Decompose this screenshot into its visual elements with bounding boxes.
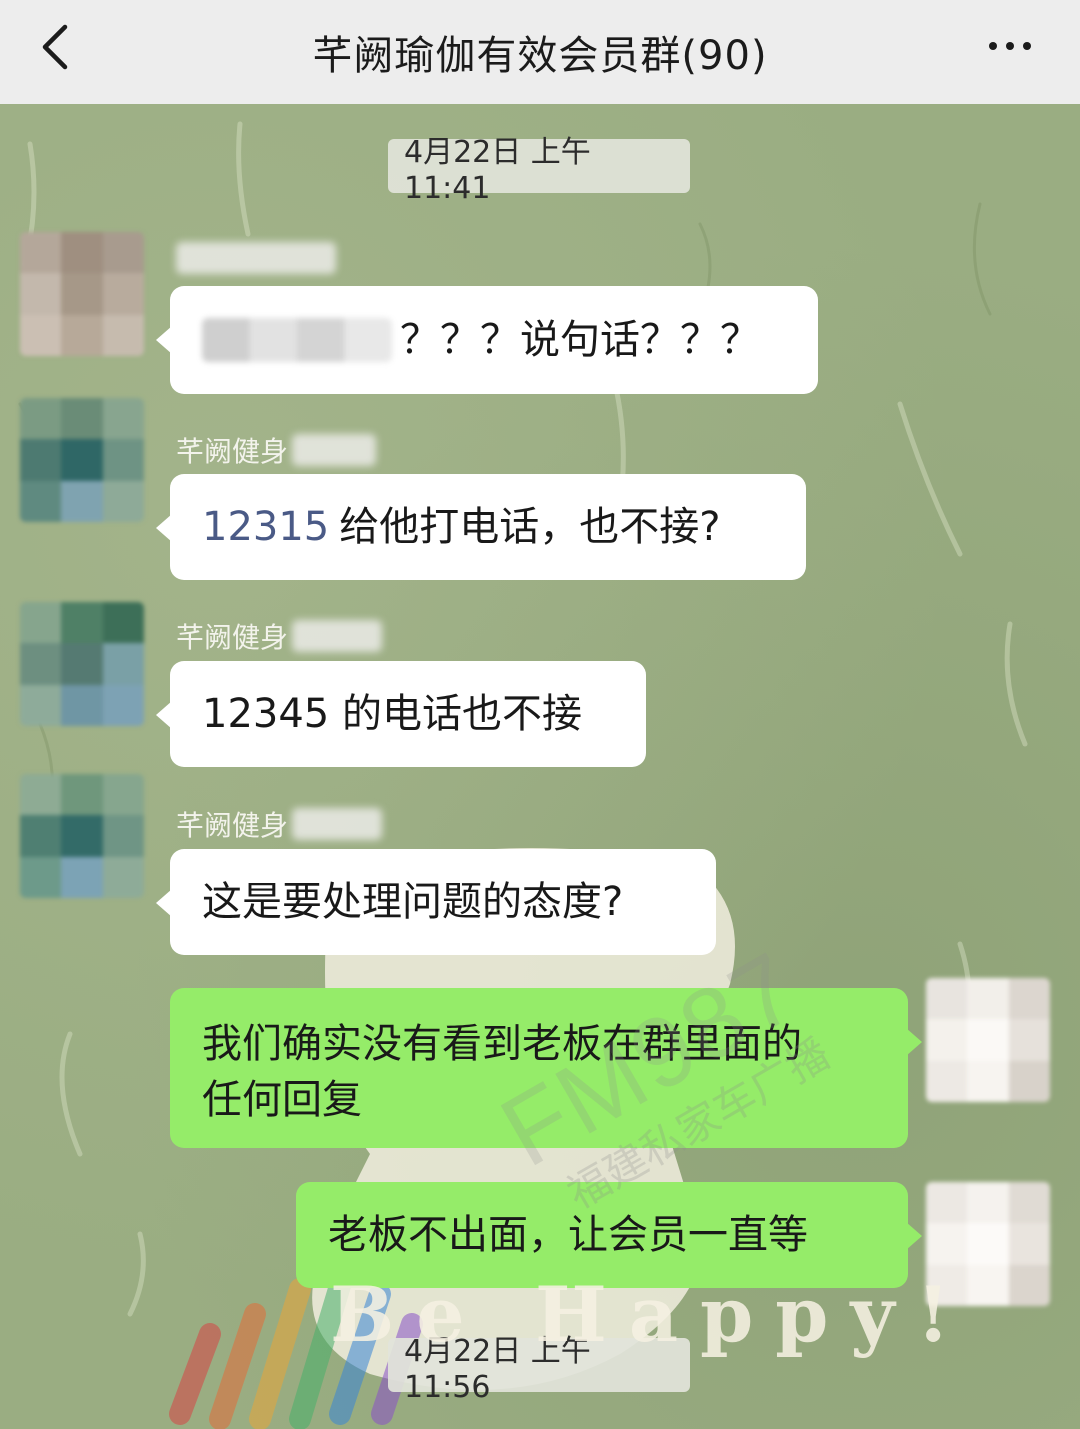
my-avatar[interactable] bbox=[926, 1182, 1050, 1306]
message-bubble[interactable]: 这是要处理问题的态度? bbox=[156, 849, 716, 955]
sender-name bbox=[176, 238, 336, 278]
message-bubble[interactable]: 12315 给他打电话，也不接? bbox=[156, 474, 806, 580]
timestamp: 4月22日 上午11:41 bbox=[388, 135, 690, 206]
blurred-mention bbox=[202, 318, 392, 362]
more-dots-icon bbox=[989, 42, 997, 50]
chat-area[interactable]: 4月22日 上午11:41 ？？？说句话？？？ 芊阙健身 12315 给他打电话… bbox=[0, 104, 1080, 1429]
message-bubble[interactable]: ？？？说句话？？？ bbox=[156, 286, 818, 394]
message-bubble-outgoing[interactable]: 老板不出面，让会员一直等 bbox=[296, 1182, 922, 1288]
my-avatar[interactable] bbox=[926, 978, 1050, 1102]
back-arrow-icon bbox=[42, 24, 68, 70]
sender-name: 芊阙健身 bbox=[176, 804, 383, 844]
avatar[interactable] bbox=[20, 774, 144, 898]
avatar[interactable] bbox=[20, 232, 144, 356]
message-bubble-outgoing[interactable]: 我们确实没有看到老板在群里面的 任何回复 bbox=[170, 988, 922, 1148]
chat-title: 芊阙瑜伽有效会员群(90) bbox=[312, 33, 768, 79]
avatar[interactable] bbox=[20, 602, 144, 726]
phone-number-link[interactable]: 12315 bbox=[202, 498, 329, 556]
timestamp: 4月22日 上午11:56 bbox=[388, 1334, 690, 1405]
chat-header: 芊阙瑜伽有效会员群(90) bbox=[0, 0, 1080, 104]
back-button[interactable] bbox=[22, 12, 92, 82]
more-options-button[interactable] bbox=[974, 18, 1046, 74]
message-bubble[interactable]: 12345 的电话也不接 bbox=[156, 661, 646, 767]
sender-name: 芊阙健身 bbox=[176, 616, 383, 656]
sender-name: 芊阙健身 bbox=[176, 430, 377, 470]
avatar[interactable] bbox=[20, 398, 144, 522]
